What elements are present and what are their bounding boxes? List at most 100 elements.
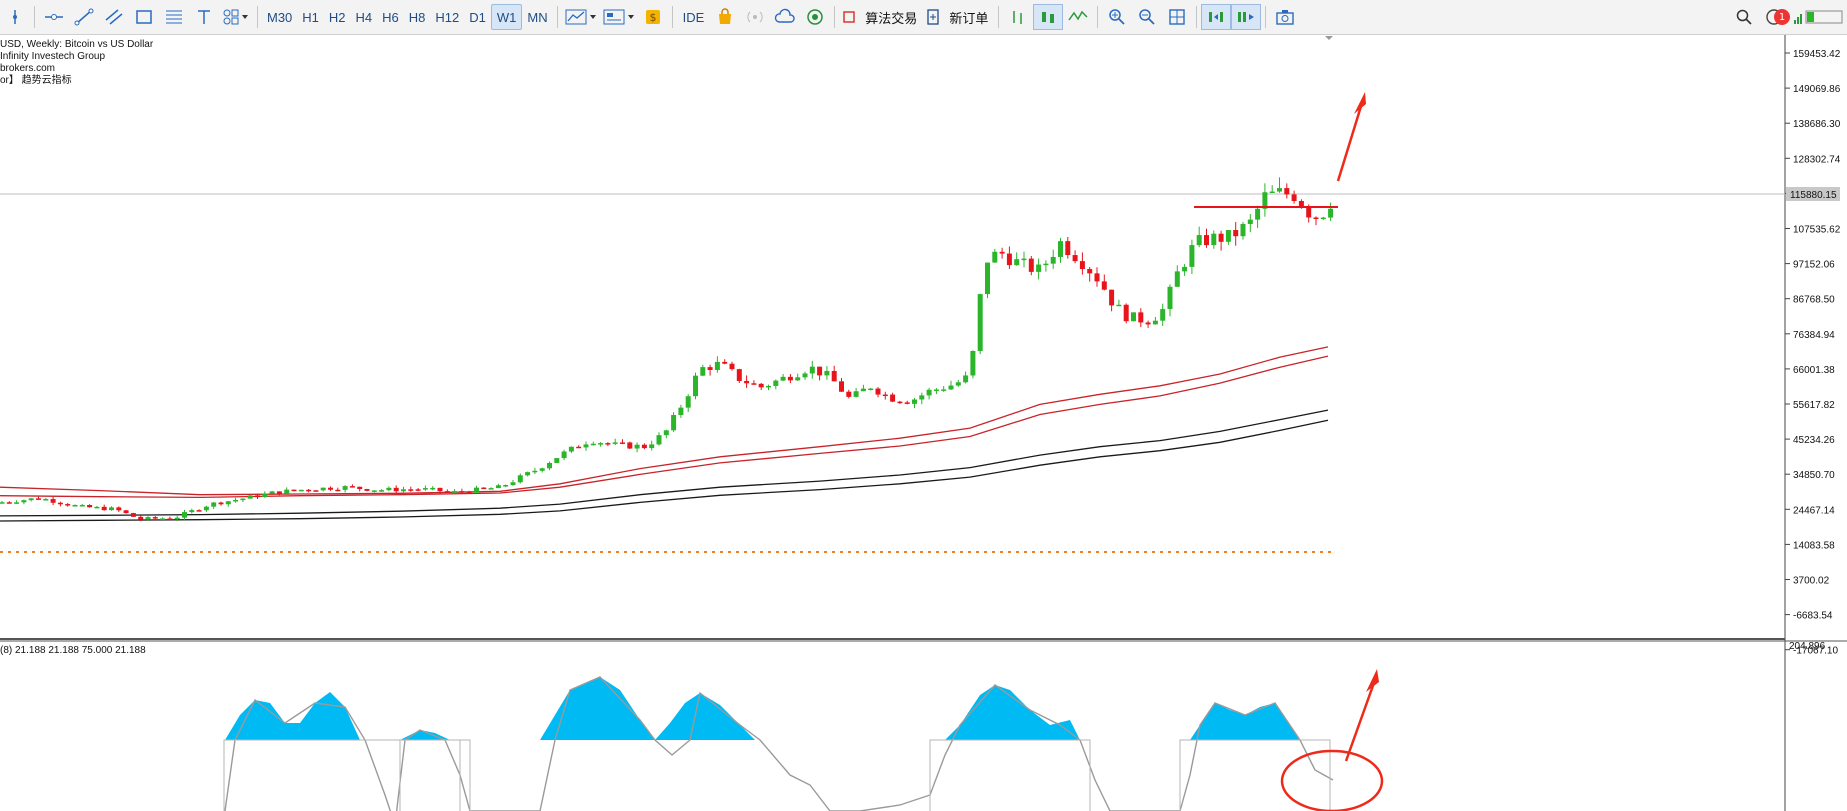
candle-bear — [817, 366, 823, 376]
candle-bull — [547, 462, 552, 469]
timeframe-w1[interactable]: W1 — [490, 4, 523, 30]
candle-bear — [1065, 241, 1071, 256]
chart-area[interactable]: USD, Weekly: Bitcoin vs US Dollar Infini… — [0, 35, 1847, 811]
market-icon[interactable] — [800, 4, 830, 30]
grid-icon[interactable] — [1162, 4, 1192, 30]
candle-bull — [926, 389, 932, 396]
candle-bull — [430, 487, 436, 490]
timeframe-h6[interactable]: H6 — [377, 4, 404, 30]
candle-chart-icon[interactable] — [1033, 4, 1064, 30]
indicator-values: (8) 21.188 21.188 75.000 21.188 — [0, 645, 146, 656]
candle-bear — [437, 487, 443, 492]
price-tick-label: 97152.06 — [1793, 260, 1835, 271]
candle-bull — [1043, 263, 1049, 266]
candle-bear — [218, 502, 224, 505]
horizontal-line-icon[interactable] — [39, 4, 69, 30]
signal-icon[interactable] — [740, 4, 770, 30]
candle-bear — [415, 489, 421, 491]
bar-chart-icon[interactable] — [1003, 4, 1033, 30]
candle-bull — [225, 501, 231, 505]
screenshot-icon[interactable] — [1270, 4, 1300, 30]
candle-bull — [773, 380, 779, 386]
rectangle-icon[interactable] — [129, 4, 159, 30]
timeframe-h2[interactable]: H2 — [324, 4, 351, 30]
candle-bull — [189, 510, 195, 513]
candle-bull — [1196, 235, 1202, 246]
candle-bull — [1167, 286, 1173, 310]
toolbar-separator — [834, 6, 836, 28]
chart-background — [0, 35, 1785, 811]
candle-bear — [306, 489, 312, 492]
price-tick-label: 159453.42 — [1793, 49, 1841, 60]
candle-bear — [481, 487, 487, 490]
candle-bull — [700, 367, 706, 376]
line-chart-icon[interactable] — [1063, 4, 1093, 30]
candle-bear — [393, 487, 399, 492]
search-icon[interactable] — [1729, 4, 1759, 30]
candle-bear — [722, 361, 728, 364]
algo-trading-button[interactable]: 算法交易 — [859, 4, 923, 30]
new-order-button[interactable]: 新订单 — [943, 4, 994, 30]
candle-bear — [1306, 207, 1312, 218]
timeframe-h1[interactable]: H1 — [297, 4, 324, 30]
gold-coin-icon[interactable]: $ — [638, 4, 668, 30]
candle-bear — [6, 502, 12, 504]
candle-bull — [780, 376, 786, 381]
ide-button[interactable]: IDE — [677, 4, 711, 30]
candle-bull — [598, 443, 604, 445]
candle-bear — [196, 510, 202, 512]
candle-bear — [357, 486, 363, 490]
candle-bear — [101, 506, 107, 511]
price-axis: 159453.42149069.86138686.30128302.741179… — [1785, 49, 1841, 657]
shopping-bag-icon[interactable] — [710, 4, 740, 30]
indicators-icon[interactable] — [562, 4, 600, 30]
candle-bull — [371, 490, 377, 492]
candle-bear — [116, 507, 122, 511]
stop-icon[interactable] — [839, 4, 859, 30]
candle-bull — [532, 470, 538, 473]
channel-icon[interactable] — [99, 4, 129, 30]
plus-doc-icon[interactable] — [923, 4, 943, 30]
timeframe-h12[interactable]: H12 — [430, 4, 464, 30]
candle-bull — [1174, 271, 1180, 287]
notification-icon[interactable]: 1 — [1759, 4, 1790, 30]
fibonacci-icon[interactable] — [159, 4, 189, 30]
price-tick-label: 86768.50 — [1793, 295, 1835, 306]
candle-bear — [65, 504, 71, 506]
shapes-icon[interactable] — [219, 4, 253, 30]
candle-bull — [1189, 245, 1195, 267]
text-icon[interactable] — [189, 4, 219, 30]
timeframe-m30[interactable]: M30 — [262, 4, 297, 30]
zoom-out-icon[interactable] — [1132, 4, 1162, 30]
candle-bull — [1160, 309, 1166, 321]
candle-bull — [795, 377, 801, 381]
trend-line-icon[interactable] — [69, 4, 99, 30]
crosshair-icon[interactable] — [0, 4, 30, 30]
candle-bull — [970, 350, 976, 376]
candle-bear — [758, 383, 764, 388]
chart-shift-icon[interactable] — [1231, 4, 1262, 30]
candle-bull — [678, 407, 684, 415]
autoscroll-icon[interactable] — [1201, 4, 1232, 30]
zoom-in-icon[interactable] — [1102, 4, 1132, 30]
timeframe-d1[interactable]: D1 — [464, 4, 491, 30]
candle-bear — [123, 510, 129, 514]
candle-bull — [912, 399, 917, 404]
candle-bear — [1087, 269, 1093, 274]
candle-bear — [1123, 304, 1129, 322]
timeframe-mn[interactable]: MN — [522, 4, 552, 30]
candle-bull — [1058, 241, 1063, 257]
candle-bull — [284, 489, 290, 494]
candle-bear — [313, 490, 319, 492]
price-tick-label: 3700.02 — [1793, 576, 1830, 587]
candle-bear — [1101, 281, 1107, 290]
timeframe-h8[interactable]: H8 — [404, 4, 431, 30]
cloud-icon[interactable] — [770, 4, 800, 30]
candle-bull — [963, 375, 969, 383]
candle-bear — [620, 442, 625, 444]
templates-icon[interactable] — [600, 4, 638, 30]
timeframe-h4[interactable]: H4 — [351, 4, 378, 30]
candle-bull — [1131, 312, 1136, 322]
candle-bull — [656, 435, 662, 445]
signal-strength-icon — [1789, 4, 1847, 30]
